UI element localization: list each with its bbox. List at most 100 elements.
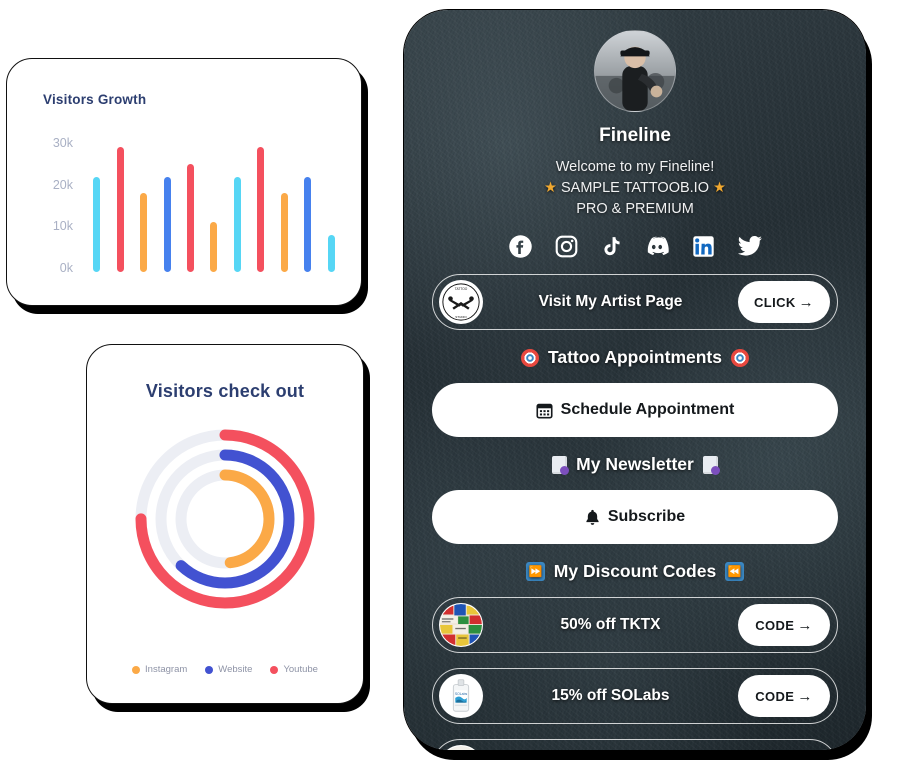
- radial-rings: [135, 429, 315, 609]
- legend-label: Website: [218, 664, 253, 675]
- tagline-line-3: PRO & PREMIUM: [576, 201, 694, 218]
- newsletter-heading: My Newsletter: [432, 454, 838, 475]
- y-tick-label: 20k: [52, 177, 73, 192]
- y-tick-label: 10k: [52, 219, 73, 234]
- bar: [233, 176, 241, 272]
- schedule-appointment-button[interactable]: Schedule Appointment: [432, 383, 838, 438]
- discount-codes-heading: ⏩ My Discount Codes ⏪: [432, 561, 838, 582]
- tiktok-icon[interactable]: [600, 234, 623, 259]
- legend-item: Youtube: [270, 664, 318, 675]
- visitors-growth-plot: 0k 10k 20k 30k: [41, 127, 343, 275]
- svg-text:SOLabs: SOLabs: [455, 692, 468, 696]
- bar-slot: [179, 135, 202, 272]
- twitter-icon[interactable]: [737, 234, 763, 259]
- legend-color-dot: [270, 665, 279, 674]
- discount-row[interactable]: SOLabs 15% off SOLabs CODE →: [432, 668, 838, 725]
- bar-slot: [155, 135, 178, 272]
- facebook-icon[interactable]: [508, 234, 533, 259]
- visitors-checkout-card: Visitors check out Instagram Website Youtu…: [86, 344, 364, 704]
- discount-codes-heading-text: My Discount Codes: [553, 561, 717, 582]
- avatar-photo-icon: [595, 31, 675, 111]
- legend-color-dot: [205, 665, 214, 674]
- bar: [93, 176, 101, 272]
- visit-artist-page-label: Visit My Artist Page: [538, 293, 683, 311]
- discount-label: 15% off SOLabs: [551, 687, 670, 705]
- rewind-icon: ⏪: [725, 562, 745, 582]
- visitors-growth-title: Visitors Growth: [43, 92, 147, 107]
- bar-slot: [202, 135, 225, 272]
- discord-icon[interactable]: [644, 234, 670, 259]
- bar: [140, 193, 148, 272]
- bar-slot: [226, 135, 249, 272]
- cta-text: CODE: [755, 688, 795, 704]
- discount-thumb: [439, 745, 483, 750]
- fast-forward-icon: ⏩: [525, 562, 545, 582]
- discount-row[interactable]: 50% off TKTX CODE →: [432, 597, 838, 654]
- star-icon-left: ★: [543, 180, 557, 197]
- arrow-right-icon: →: [797, 616, 813, 634]
- svg-text:TATTOO: TATTOO: [455, 287, 468, 291]
- instagram-icon[interactable]: [554, 234, 579, 259]
- arrow-right-icon: →: [797, 687, 813, 705]
- newsletter-heading-text: My Newsletter: [576, 454, 694, 475]
- visitors-growth-card: Visitors Growth 0k 10k 20k 30k: [6, 58, 362, 306]
- screenshot-root: Visitors Growth 0k 10k 20k 30k Visitors che…: [0, 0, 900, 764]
- avatar: [594, 30, 676, 112]
- discount-row[interactable]: [432, 739, 838, 750]
- calendar-icon: [536, 403, 553, 419]
- tattoo-shop-logo-icon: TATTOO STUDIO: [440, 281, 482, 324]
- chart-legend: Instagram Website Youtube: [87, 664, 363, 675]
- discount-code-cta[interactable]: CODE →: [738, 675, 830, 718]
- cta-text: CLICK: [753, 294, 796, 310]
- bar: [116, 147, 124, 272]
- svg-text:STUDIO: STUDIO: [455, 315, 467, 319]
- bar-slot: [249, 135, 272, 272]
- bar: [210, 222, 218, 272]
- target-icon-right: [731, 348, 749, 367]
- bar-slot: [85, 135, 108, 272]
- social-links: [432, 234, 838, 259]
- bar-slot: [132, 135, 155, 272]
- legend-color-dot: [132, 665, 141, 674]
- tagline-line-2: ★ SAMPLE TATTOOB.IO ★: [432, 178, 838, 199]
- tagline-line-2-text: SAMPLE TATTOOB.IO: [561, 180, 709, 197]
- bar-slot: [296, 135, 319, 272]
- y-tick-label: 0k: [59, 261, 73, 275]
- tattoo-appointments-heading-text: Tattoo Appointments: [547, 347, 722, 368]
- y-tick-label: 30k: [52, 136, 73, 151]
- bar-slot: [320, 135, 343, 272]
- bell-icon: [586, 509, 599, 525]
- bar-slot: [108, 135, 131, 272]
- subscribe-button[interactable]: Subscribe: [432, 490, 838, 545]
- bar: [257, 147, 265, 272]
- linkedin-icon[interactable]: [691, 234, 716, 259]
- subscribe-label: Subscribe: [607, 508, 686, 526]
- artist-logo-thumb: TATTOO STUDIO: [439, 280, 483, 325]
- discount-thumb: [439, 603, 483, 648]
- link-in-bio-panel: Fineline Welcome to my Fineline! ★ SAMPL…: [404, 10, 866, 750]
- bar: [163, 176, 171, 272]
- legend-item: Website: [205, 664, 252, 675]
- profile-name: Fineline: [599, 125, 671, 146]
- bar-slot: [273, 135, 296, 272]
- schedule-appointment-label: Schedule Appointment: [560, 401, 735, 419]
- document-icon-left: [552, 455, 570, 475]
- discount-thumb: SOLabs: [439, 674, 483, 719]
- tktx-product-icon: [440, 604, 482, 647]
- discount-label: 50% off TKTX: [560, 616, 661, 634]
- solabs-product-icon: SOLabs: [440, 675, 482, 718]
- discount-code-cta[interactable]: CODE →: [738, 604, 830, 647]
- legend-label: Youtube: [283, 664, 318, 675]
- visitors-checkout-title: Visitors check out: [145, 381, 305, 401]
- bar: [280, 193, 288, 272]
- visit-artist-page-row[interactable]: TATTOO STUDIO Visit My Artist Page CLICK…: [432, 274, 838, 331]
- target-icon-left: [520, 348, 539, 367]
- visit-artist-page-cta[interactable]: CLICK →: [738, 281, 830, 324]
- cta-text: CODE: [755, 617, 795, 633]
- bar: [187, 164, 195, 272]
- arrow-right-icon: →: [798, 293, 815, 311]
- third-product-icon: [448, 746, 474, 750]
- document-icon-right: [702, 455, 720, 475]
- radial-progress-chart: [125, 419, 325, 619]
- star-icon-right: ★: [713, 180, 727, 197]
